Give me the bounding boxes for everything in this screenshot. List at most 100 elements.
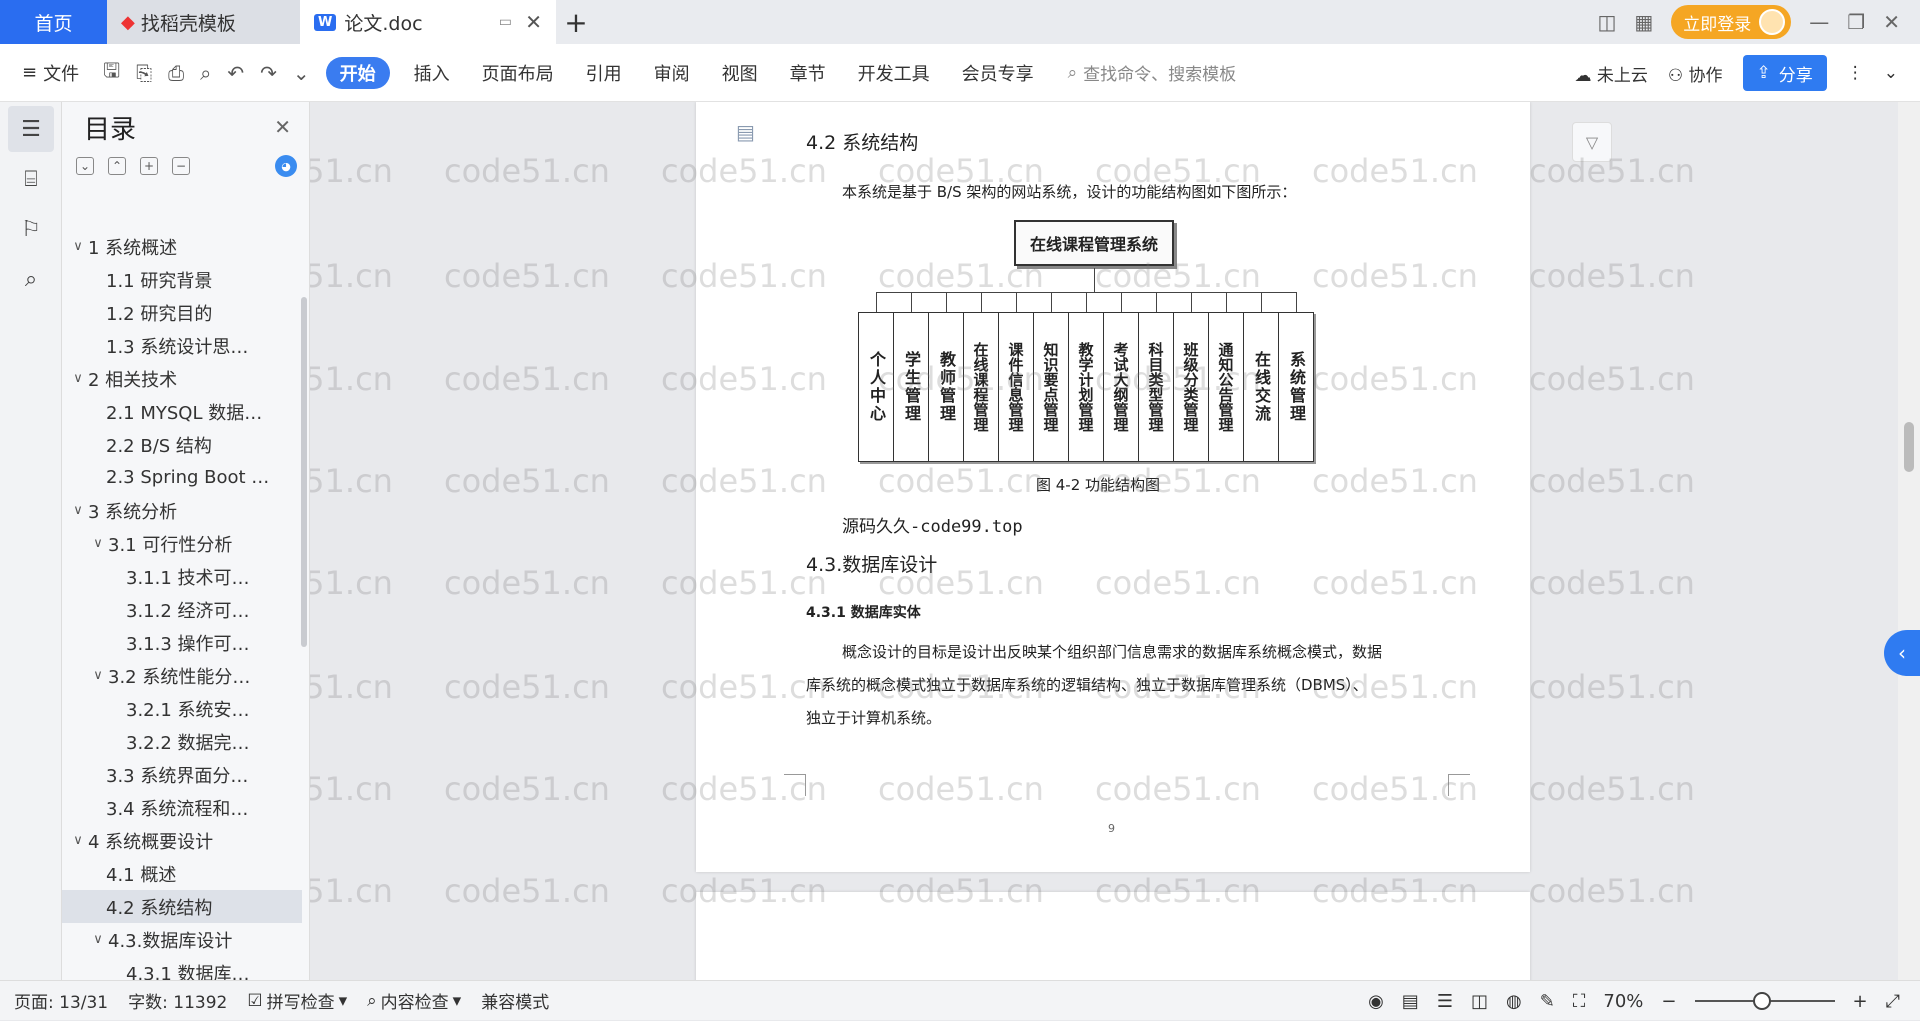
tab-template[interactable]: ◆ 找稻壳模板 [107, 0, 300, 44]
content-check[interactable]: ⌕ 内容检查 ▾ [357, 988, 471, 1014]
toc-item[interactable]: 3.4 系统流程和… [62, 791, 302, 824]
toc-item[interactable]: ∨ 3.1 可行性分析 [62, 527, 302, 560]
toc-item[interactable]: 3.1.3 操作可… [62, 626, 302, 659]
toc-item[interactable]: ∨ 3.2 系统性能分… [62, 659, 302, 692]
cloud-label: 未上云 [1596, 65, 1648, 86]
chevron-down-icon[interactable]: ∨ [68, 833, 88, 848]
tab-chapter[interactable]: 章节 [774, 44, 842, 102]
export-icon[interactable]: ⎘ [128, 61, 160, 85]
toc-item[interactable]: 4.1 概述 [62, 857, 302, 890]
zoom-level[interactable]: 70% [1603, 991, 1643, 1012]
toc-item[interactable]: 2.2 B/S 结构 [62, 428, 302, 461]
zoom-slider[interactable] [1694, 992, 1835, 1010]
toc-scrollbar[interactable] [301, 297, 307, 647]
window-mode-icon[interactable]: ▭ [499, 14, 512, 30]
chevron-down-icon[interactable]: ∨ [68, 371, 88, 386]
apps-grid-icon[interactable]: ▦ [1634, 10, 1653, 34]
toc-item[interactable]: ∨ 1 系统概述 [62, 230, 302, 263]
collapse-all-icon[interactable]: ⌃ [108, 157, 126, 175]
toc-item[interactable]: ∨ 2 相关技术 [62, 362, 302, 395]
expand-all-icon[interactable]: ⌄ [76, 157, 94, 175]
tab-developer[interactable]: 开发工具 [842, 44, 946, 102]
tab-member[interactable]: 会员专享 [946, 44, 1050, 102]
close-tab-icon[interactable]: ✕ [525, 10, 542, 34]
toc-item[interactable]: 3.1.1 技术可… [62, 560, 302, 593]
navigation-icon[interactable]: ⌸ [8, 156, 54, 202]
toc-item[interactable]: 4.3.1 数据库… [62, 956, 302, 981]
toc-item[interactable]: 1.2 研究目的 [62, 296, 302, 329]
layout-icon[interactable]: ◫ [1597, 10, 1616, 34]
ai-assistant-icon[interactable]: ◕ [275, 155, 297, 177]
new-tab-button[interactable]: + [556, 0, 596, 44]
login-button[interactable]: 立即登录 [1671, 5, 1792, 39]
tab-page-layout[interactable]: 页面布局 [466, 44, 570, 102]
diagram-leaf-node: 课件信息管理 [998, 312, 1034, 462]
web-view-icon[interactable]: ◍ [1506, 991, 1522, 1012]
tab-document[interactable]: W 论文.doc ▭ ✕ [300, 0, 556, 44]
file-menu[interactable]: ≡ 文件 [0, 44, 95, 102]
save-icon[interactable]: 🖫 [95, 56, 128, 90]
cloud-status[interactable]: ☁ 未上云 [1574, 61, 1647, 86]
toc-item[interactable]: 3.1.2 经济可… [62, 593, 302, 626]
toc-item[interactable]: 1.3 系统设计思… [62, 329, 302, 362]
chevron-down-icon[interactable]: ∨ [68, 503, 88, 518]
collapse-ribbon-icon[interactable]: ⌄ [1884, 63, 1898, 83]
reading-view-icon[interactable]: ◫ [1471, 991, 1488, 1012]
preview-icon[interactable]: ⌕ [192, 61, 219, 85]
write-mode-icon[interactable]: ✎ [1540, 991, 1555, 1012]
vertical-scrollbar[interactable] [1898, 102, 1920, 980]
toc-item[interactable]: 3.3 系统界面分… [62, 758, 302, 791]
toc-item[interactable]: ∨ 4 系统概要设计 [62, 824, 302, 857]
zoom-out-icon[interactable]: − [1661, 991, 1676, 1012]
doc-outline-icon[interactable]: ▤ [736, 120, 755, 144]
toc-item[interactable]: ∨ 4.3.数据库设计 [62, 923, 302, 956]
share-button[interactable]: ⇪ 分享 [1742, 55, 1827, 91]
tab-review[interactable]: 审阅 [638, 44, 706, 102]
more-dropdown-icon[interactable]: ⌄ [285, 61, 318, 85]
chevron-down-icon[interactable]: ∨ [68, 239, 88, 254]
chevron-down-icon[interactable]: ∨ [88, 536, 108, 551]
fullscreen-icon[interactable]: ⤢ [1886, 991, 1900, 1012]
chevron-down-icon[interactable]: ∨ [88, 932, 108, 947]
zoom-in-icon[interactable]: + [1853, 991, 1868, 1012]
toc-item[interactable]: 2.1 MYSQL 数据… [62, 395, 302, 428]
find-icon[interactable]: ⌕ [8, 256, 54, 302]
undo-icon[interactable]: ↶ [219, 61, 252, 85]
tab-references[interactable]: 引用 [570, 44, 638, 102]
word-count[interactable]: 字数: 11392 [118, 988, 237, 1013]
toc-item[interactable]: 1.1 研究背景 [62, 263, 302, 296]
toc-item[interactable]: 3.2.2 数据完… [62, 725, 302, 758]
tab-home[interactable]: 首页 [0, 0, 107, 44]
print-icon[interactable]: ⎙ [160, 61, 192, 85]
remove-heading-icon[interactable]: − [172, 157, 190, 175]
outline-view-icon[interactable]: ☰ [1437, 991, 1453, 1012]
toc-item[interactable]: 3.2.1 系统安… [62, 692, 302, 725]
scroll-thumb[interactable] [1904, 422, 1914, 472]
restore-icon[interactable]: ❐ [1847, 10, 1865, 34]
page-view-icon[interactable]: ▤ [1402, 991, 1419, 1012]
add-heading-icon[interactable]: + [140, 157, 158, 175]
chevron-down-icon[interactable]: ∨ [88, 668, 108, 683]
page-indicator[interactable]: 页面: 13/31 [0, 988, 118, 1013]
more-options-icon[interactable]: ⋮ [1847, 63, 1864, 83]
tab-start[interactable]: 开始 [325, 56, 390, 89]
redo-icon[interactable]: ↷ [252, 61, 285, 85]
close-window-icon[interactable]: ✕ [1883, 10, 1900, 34]
collapse-icon[interactable]: ▽ [1572, 122, 1612, 162]
toc-item[interactable]: ∨ 3 系统分析 [62, 494, 302, 527]
zoom-slider-knob[interactable] [1752, 992, 1771, 1010]
collab-button[interactable]: ⚇ 协作 [1668, 61, 1723, 86]
minimize-icon[interactable]: — [1809, 10, 1829, 34]
bookmark-icon[interactable]: ⚐ [8, 206, 54, 252]
eye-protection-icon[interactable]: ◉ [1368, 991, 1384, 1012]
fit-page-icon[interactable]: ⛶ [1573, 991, 1586, 1012]
toc-item[interactable]: 2.3 Spring Boot … [62, 461, 302, 494]
compat-mode[interactable]: 兼容模式 [471, 988, 559, 1013]
tab-view[interactable]: 视图 [706, 44, 774, 102]
command-search[interactable]: ⌕ 查找命令、搜索模板 [1068, 60, 1237, 86]
toc-item[interactable]: 4.2 系统结构 [62, 890, 302, 923]
close-panel-icon[interactable]: ✕ [274, 115, 291, 139]
toc-panel-icon[interactable]: ☰ [8, 106, 54, 152]
spell-check[interactable]: ☑ 拼写检查 ▾ [237, 988, 357, 1014]
tab-insert[interactable]: 插入 [398, 44, 466, 102]
